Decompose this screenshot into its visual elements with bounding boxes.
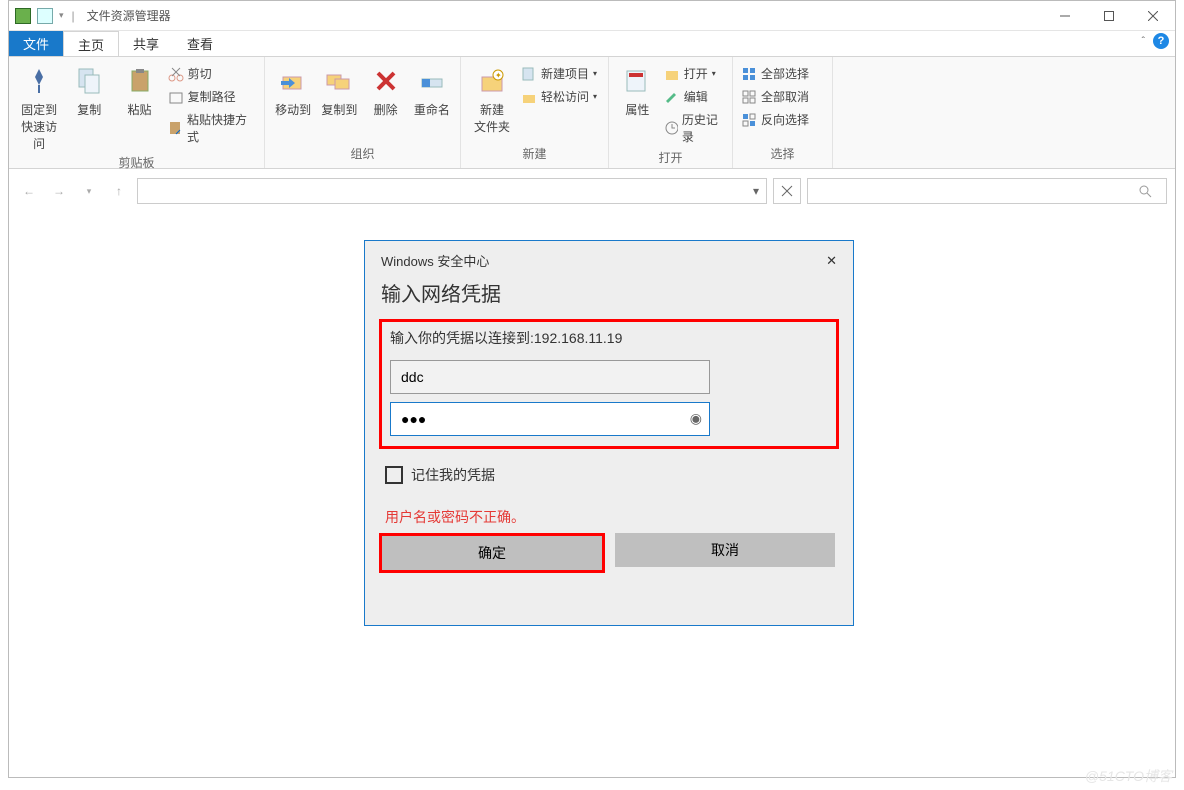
close-button[interactable]	[1131, 1, 1175, 31]
search-input[interactable]	[808, 184, 1138, 198]
app-icon	[15, 8, 31, 24]
recent-dropdown[interactable]: ▾	[77, 179, 101, 203]
tab-view[interactable]: 查看	[173, 31, 227, 56]
back-button[interactable]: ←	[17, 179, 41, 203]
group-clipboard-label: 剪贴板	[17, 152, 256, 173]
edit-button[interactable]: 编辑	[664, 86, 724, 107]
dialog-header: Windows 安全中心	[381, 251, 489, 270]
copy-to-button[interactable]: 复制到	[319, 63, 359, 118]
new-folder-button[interactable]: ✦ 新建 文件夹	[469, 63, 515, 135]
cut-icon	[168, 66, 184, 82]
select-all-icon	[741, 66, 757, 82]
paste-shortcut-icon	[168, 120, 183, 136]
open-button[interactable]: 打开▾	[664, 63, 724, 84]
new-item-icon	[521, 66, 537, 82]
cut-button[interactable]: 剪切	[168, 63, 256, 84]
move-to-icon	[279, 67, 307, 95]
username-input[interactable]	[390, 360, 710, 394]
tab-file[interactable]: 文件	[9, 31, 63, 56]
copy-icon	[75, 67, 103, 95]
close-icon	[781, 185, 793, 197]
minimize-button[interactable]	[1043, 1, 1087, 31]
group-organize-label: 组织	[273, 143, 452, 164]
search-box[interactable]	[807, 178, 1167, 204]
paste-shortcut-button[interactable]: 粘贴快捷方式	[168, 109, 256, 147]
address-dropdown-icon[interactable]: ▾	[746, 184, 766, 198]
copy-path-icon	[168, 89, 184, 105]
tab-home[interactable]: 主页	[63, 31, 119, 56]
ribbon-tabs: 文件 主页 共享 查看 ˆ ?	[9, 31, 1175, 57]
cancel-button[interactable]: 取消	[615, 533, 835, 567]
copy-to-icon	[325, 67, 353, 95]
tab-share[interactable]: 共享	[119, 31, 173, 56]
move-to-button[interactable]: 移动到	[273, 63, 313, 118]
window-title: 文件资源管理器	[87, 7, 171, 24]
titlebar: ▾ | 文件资源管理器	[9, 1, 1175, 31]
refresh-button[interactable]	[773, 178, 801, 204]
group-new-label: 新建	[469, 143, 600, 164]
reveal-password-icon[interactable]: ◉	[690, 410, 702, 427]
edit-icon	[664, 89, 680, 105]
copy-path-button[interactable]: 复制路径	[168, 86, 256, 107]
rename-button[interactable]: 重命名	[412, 63, 452, 118]
watermark: @51CTO博客	[1085, 766, 1172, 786]
copy-button[interactable]: 复制	[67, 63, 111, 118]
ok-button[interactable]: 确定	[382, 536, 602, 570]
address-input[interactable]	[138, 184, 746, 198]
properties-button[interactable]: 属性	[617, 63, 658, 118]
qat-dropdown-icon[interactable]: ▾	[59, 10, 64, 21]
ribbon: 固定到 快速访问 复制 粘贴 剪切 复制路径 粘贴快捷方式 剪贴板	[9, 57, 1175, 169]
address-bar[interactable]: ▾	[137, 178, 767, 204]
select-none-icon	[741, 89, 757, 105]
new-item-button[interactable]: 新建项目▾	[521, 63, 597, 84]
history-button[interactable]: 历史记录	[664, 109, 724, 147]
select-none-button[interactable]: 全部取消	[741, 86, 809, 107]
history-icon	[664, 120, 678, 136]
help-icon[interactable]: ?	[1153, 33, 1169, 49]
pin-icon	[25, 67, 53, 95]
dropdown-icon: ▾	[593, 69, 597, 78]
group-select-label: 选择	[741, 143, 824, 164]
quick-access-toolbar: ▾ | 文件资源管理器	[9, 7, 177, 24]
dialog-title: 输入网络凭据	[365, 274, 853, 319]
maximize-button[interactable]	[1087, 1, 1131, 31]
credentials-dialog: Windows 安全中心 ✕ 输入网络凭据 输入你的凭据以连接到:192.168…	[364, 240, 854, 626]
properties-icon	[623, 67, 651, 95]
search-icon	[1138, 184, 1166, 198]
password-input[interactable]	[390, 402, 710, 436]
highlight-annotation: 输入你的凭据以连接到:192.168.11.19 ◉	[379, 319, 839, 449]
paste-icon	[126, 67, 154, 95]
highlight-annotation-ok: 确定	[379, 533, 605, 573]
collapse-ribbon-icon[interactable]: ˆ	[1142, 36, 1145, 47]
up-button[interactable]: ↑	[107, 179, 131, 203]
delete-button[interactable]: 删除	[366, 63, 406, 118]
rename-icon	[418, 67, 446, 95]
select-all-button[interactable]: 全部选择	[741, 63, 809, 84]
paste-button[interactable]: 粘贴	[117, 63, 161, 118]
pin-to-quick-access-button[interactable]: 固定到 快速访问	[17, 63, 61, 152]
invert-selection-button[interactable]: 反向选择	[741, 109, 809, 130]
easy-access-icon	[521, 89, 537, 105]
doc-icon	[37, 8, 53, 24]
new-folder-icon: ✦	[478, 67, 506, 95]
group-open-label: 打开	[617, 147, 724, 168]
navigation-bar: ← → ▾ ↑ ▾	[9, 173, 1175, 209]
delete-icon	[372, 67, 400, 95]
dialog-prompt: 输入你的凭据以连接到:192.168.11.19	[390, 328, 828, 352]
forward-button[interactable]: →	[47, 179, 71, 203]
remember-label: 记住我的凭据	[411, 465, 495, 485]
easy-access-button[interactable]: 轻松访问▾	[521, 86, 597, 107]
window-controls	[1043, 1, 1175, 31]
svg-text:✦: ✦	[495, 71, 502, 80]
dropdown-icon: ▾	[593, 92, 597, 101]
remember-row: 记住我的凭据	[365, 457, 853, 493]
remember-checkbox[interactable]	[385, 466, 403, 484]
open-icon	[664, 66, 680, 82]
invert-icon	[741, 112, 757, 128]
dialog-close-button[interactable]: ✕	[826, 253, 837, 269]
error-message11: 用户名或密码不正确。	[365, 493, 853, 533]
separator: |	[72, 9, 75, 23]
